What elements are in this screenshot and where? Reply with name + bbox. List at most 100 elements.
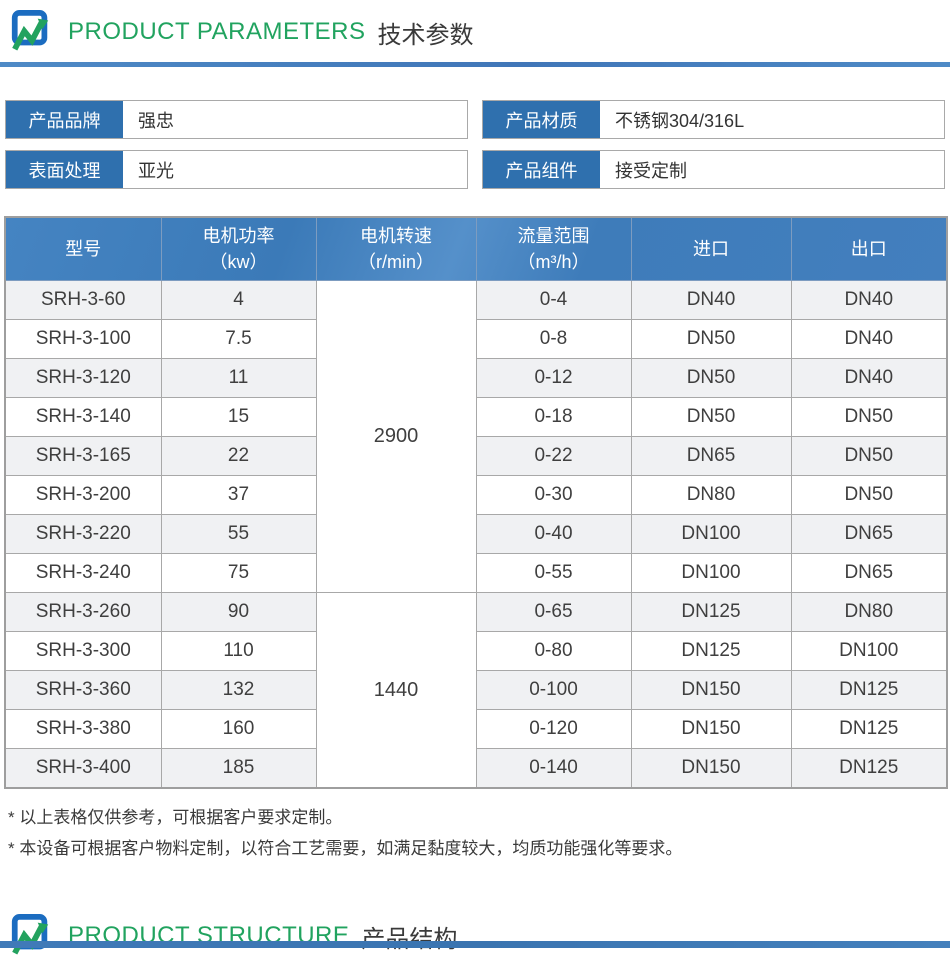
cell-outlet: DN40 — [791, 320, 947, 359]
spec-box: 产品组件 接受定制 — [482, 150, 945, 189]
cell-inlet: DN50 — [631, 359, 791, 398]
cell-speed: 2900 — [316, 281, 476, 593]
cell-model: SRH-3-120 — [5, 359, 161, 398]
cell-power: 7.5 — [161, 320, 316, 359]
cell-outlet: DN50 — [791, 476, 947, 515]
section-title-en: PRODUCT PARAMETERS — [68, 18, 365, 46]
cell-inlet: DN150 — [631, 671, 791, 710]
cell-flow: 0-40 — [476, 515, 631, 554]
spec-value: 不锈钢304/316L — [600, 101, 944, 138]
bottom-divider — [0, 941, 950, 948]
spec-label: 产品品牌 — [6, 101, 123, 138]
column-header: 流量范围（m³/h） — [476, 217, 631, 281]
cell-flow: 0-80 — [476, 632, 631, 671]
table-header: 型号电机功率（kw）电机转速（r/min）流量范围（m³/h）进口出口 — [5, 217, 947, 281]
cell-flow: 0-22 — [476, 437, 631, 476]
cell-outlet: DN65 — [791, 554, 947, 593]
cell-model: SRH-3-200 — [5, 476, 161, 515]
cell-inlet: DN150 — [631, 710, 791, 749]
cell-outlet: DN40 — [791, 281, 947, 320]
spec-box: 表面处理 亚光 — [5, 150, 468, 189]
cell-model: SRH-3-240 — [5, 554, 161, 593]
column-header: 电机转速（r/min） — [316, 217, 476, 281]
cell-power: 110 — [161, 632, 316, 671]
table-row: SRH-3-165220-22DN65DN50 — [5, 437, 947, 476]
cell-power: 4 — [161, 281, 316, 320]
cell-inlet: DN125 — [631, 632, 791, 671]
brand-logo-icon — [9, 914, 53, 958]
cell-outlet: DN50 — [791, 398, 947, 437]
table-row: SRH-3-200370-30DN80DN50 — [5, 476, 947, 515]
table-row: SRH-3-140150-18DN50DN50 — [5, 398, 947, 437]
cell-model: SRH-3-260 — [5, 593, 161, 632]
footnote-line: * 以上表格仅供参考，可根据客户要求定制。 — [8, 802, 950, 833]
cell-flow: 0-18 — [476, 398, 631, 437]
cell-flow: 0-65 — [476, 593, 631, 632]
cell-outlet: DN65 — [791, 515, 947, 554]
cell-model: SRH-3-60 — [5, 281, 161, 320]
spec-value: 亚光 — [123, 151, 467, 188]
cell-inlet: DN65 — [631, 437, 791, 476]
cell-model: SRH-3-380 — [5, 710, 161, 749]
cell-power: 55 — [161, 515, 316, 554]
parameters-table: 型号电机功率（kw）电机转速（r/min）流量范围（m³/h）进口出口 SRH-… — [4, 216, 948, 789]
cell-model: SRH-3-140 — [5, 398, 161, 437]
column-header: 型号 — [5, 217, 161, 281]
cell-inlet: DN125 — [631, 593, 791, 632]
table-row: SRH-3-2609014400-65DN125DN80 — [5, 593, 947, 632]
cell-outlet: DN125 — [791, 749, 947, 789]
section-title-zh: 技术参数 — [377, 15, 473, 50]
cell-power: 22 — [161, 437, 316, 476]
table-row: SRH-3-220550-40DN100DN65 — [5, 515, 947, 554]
cell-power: 160 — [161, 710, 316, 749]
cell-outlet: DN125 — [791, 710, 947, 749]
cell-power: 11 — [161, 359, 316, 398]
cell-inlet: DN150 — [631, 749, 791, 789]
footnotes: * 以上表格仅供参考，可根据客户要求定制。* 本设备可根据客户物料定制，以符合工… — [8, 802, 950, 864]
brand-logo-icon — [9, 10, 53, 54]
cell-power: 90 — [161, 593, 316, 632]
spec-label: 产品组件 — [483, 151, 600, 188]
cell-flow: 0-12 — [476, 359, 631, 398]
spec-label: 表面处理 — [6, 151, 123, 188]
cell-flow: 0-120 — [476, 710, 631, 749]
cell-outlet: DN40 — [791, 359, 947, 398]
cell-outlet: DN80 — [791, 593, 947, 632]
cell-outlet: DN100 — [791, 632, 947, 671]
cell-model: SRH-3-360 — [5, 671, 161, 710]
table-row: SRH-3-3601320-100DN150DN125 — [5, 671, 947, 710]
cell-outlet: DN125 — [791, 671, 947, 710]
cell-model: SRH-3-300 — [5, 632, 161, 671]
cell-flow: 0-4 — [476, 281, 631, 320]
cell-inlet: DN100 — [631, 515, 791, 554]
cell-flow: 0-100 — [476, 671, 631, 710]
cell-flow: 0-140 — [476, 749, 631, 789]
table-body: SRH-3-60429000-4DN40DN40SRH-3-1007.50-8D… — [5, 281, 947, 789]
section-header-structure: PRODUCT STRUCTURE 产品结构 — [0, 904, 950, 959]
cell-model: SRH-3-165 — [5, 437, 161, 476]
section-header-parameters: PRODUCT PARAMETERS 技术参数 — [0, 0, 950, 55]
section-title-zh: 产品结构 — [361, 919, 457, 954]
spec-value: 接受定制 — [600, 151, 944, 188]
table-row: SRH-3-12011 0-12DN50DN40 — [5, 359, 947, 398]
cell-inlet: DN50 — [631, 320, 791, 359]
table-row: SRH-3-240750-55DN100DN65 — [5, 554, 947, 593]
column-header: 出口 — [791, 217, 947, 281]
cell-flow: 0-55 — [476, 554, 631, 593]
spec-label: 产品材质 — [483, 101, 600, 138]
spec-grid: 产品品牌 强忠 产品材质 不锈钢304/316L 表面处理 亚光 产品组件 接受… — [5, 100, 945, 189]
column-header: 电机功率（kw） — [161, 217, 316, 281]
table-row: SRH-3-1007.50-8DN50DN40 — [5, 320, 947, 359]
table-row: SRH-3-60429000-4DN40DN40 — [5, 281, 947, 320]
cell-model: SRH-3-400 — [5, 749, 161, 789]
spec-box: 产品品牌 强忠 — [5, 100, 468, 139]
cell-power: 75 — [161, 554, 316, 593]
cell-power: 15 — [161, 398, 316, 437]
spec-box: 产品材质 不锈钢304/316L — [482, 100, 945, 139]
cell-power: 37 — [161, 476, 316, 515]
cell-inlet: DN50 — [631, 398, 791, 437]
cell-power: 185 — [161, 749, 316, 789]
table-row: SRH-3-380160 0-120DN150DN125 — [5, 710, 947, 749]
cell-flow: 0-30 — [476, 476, 631, 515]
table-row: SRH-3-400185 0-140DN150DN125 — [5, 749, 947, 789]
